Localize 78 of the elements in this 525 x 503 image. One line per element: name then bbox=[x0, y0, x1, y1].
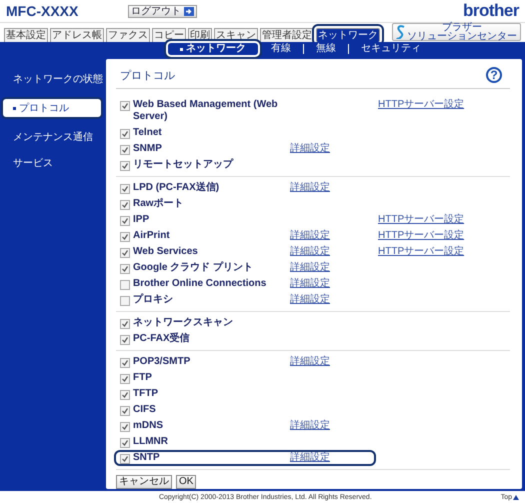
http-server-settings-link[interactable]: HTTPサーバー設定 bbox=[378, 230, 508, 242]
protocol-label: mDNS bbox=[133, 420, 164, 432]
checkbox[interactable] bbox=[120, 374, 130, 384]
protocol-label: プロキシ bbox=[133, 294, 173, 306]
checkbox[interactable] bbox=[120, 438, 130, 448]
product-title: MFC-XXXX bbox=[6, 3, 80, 19]
checkbox[interactable] bbox=[120, 200, 130, 210]
checkbox[interactable] bbox=[120, 101, 130, 111]
help-icon[interactable]: ? bbox=[486, 67, 502, 83]
checkbox[interactable] bbox=[120, 319, 130, 329]
detail-settings-link[interactable]: 詳細設定 bbox=[290, 262, 378, 274]
logout-button[interactable]: ログアウト bbox=[128, 4, 197, 18]
protocol-label: Web Based Management (Web Server) bbox=[133, 99, 279, 123]
checkbox[interactable] bbox=[120, 358, 130, 368]
checkbox[interactable] bbox=[120, 145, 130, 155]
sub-tab[interactable]: 有線 bbox=[259, 43, 303, 55]
sidebar-item[interactable]: プロトコル bbox=[1, 97, 103, 119]
solution-center-button[interactable]: ブラザー ソリューションセンター bbox=[392, 23, 521, 41]
up-triangle-icon bbox=[513, 494, 519, 500]
protocol-label: ネットワークスキャン bbox=[133, 317, 233, 329]
http-server-settings-link[interactable]: HTTPサーバー設定 bbox=[378, 246, 508, 258]
protocol-label: PC-FAX受信 bbox=[133, 333, 190, 345]
sub-tab[interactable]: 無線 bbox=[304, 43, 348, 55]
checkbox[interactable] bbox=[120, 406, 130, 416]
checkbox[interactable] bbox=[120, 454, 130, 464]
protocol-label: LPD (PC-FAX送信) bbox=[133, 182, 220, 194]
protocol-label: リモートセットアップ bbox=[133, 159, 233, 171]
checkbox[interactable] bbox=[120, 248, 130, 258]
detail-settings-link[interactable]: 詳細設定 bbox=[290, 230, 378, 242]
form-button[interactable]: OK bbox=[176, 475, 196, 489]
checkbox[interactable] bbox=[120, 390, 130, 400]
sidebar-item[interactable]: サービス bbox=[1, 152, 103, 174]
nav-tab[interactable]: ファクス bbox=[106, 28, 150, 42]
protocol-label: Google クラウド プリント bbox=[133, 262, 253, 274]
checkbox[interactable] bbox=[120, 296, 130, 306]
arrow-icon bbox=[184, 6, 194, 16]
checkbox[interactable] bbox=[120, 264, 130, 274]
brand-logo: brother bbox=[463, 1, 519, 21]
protocol-label: SNMP bbox=[133, 143, 162, 155]
checkbox[interactable] bbox=[120, 216, 130, 226]
swoosh-icon bbox=[396, 25, 405, 39]
checkbox[interactable] bbox=[120, 184, 130, 194]
protocol-label: AirPrint bbox=[133, 230, 170, 242]
sidebar-item[interactable]: ネットワークの状態 bbox=[1, 68, 103, 90]
detail-settings-link[interactable]: 詳細設定 bbox=[290, 294, 378, 306]
protocol-label: POP3/SMTP bbox=[133, 356, 190, 368]
sidebar-item[interactable]: メンテナンス通信 bbox=[1, 126, 103, 148]
detail-settings-link[interactable]: 詳細設定 bbox=[290, 452, 378, 464]
protocol-label: TFTP bbox=[133, 388, 158, 400]
protocol-label: IPP bbox=[133, 214, 150, 226]
detail-settings-link[interactable]: 詳細設定 bbox=[290, 143, 378, 155]
http-server-settings-link[interactable]: HTTPサーバー設定 bbox=[378, 214, 508, 226]
checkbox[interactable] bbox=[120, 161, 130, 171]
section-title: プロトコル bbox=[120, 68, 175, 82]
detail-settings-link[interactable]: 詳細設定 bbox=[290, 182, 378, 194]
nav-tab[interactable]: 管理者設定 bbox=[260, 28, 314, 42]
checkbox[interactable] bbox=[120, 280, 130, 290]
checkbox[interactable] bbox=[120, 129, 130, 139]
detail-settings-link[interactable]: 詳細設定 bbox=[290, 356, 378, 368]
sub-tab[interactable]: セキュリティ bbox=[349, 43, 433, 55]
protocol-label: FTP bbox=[133, 372, 152, 384]
protocol-label: Rawポート bbox=[133, 198, 184, 210]
protocol-label: Telnet bbox=[133, 127, 162, 139]
nav-tab[interactable]: 基本設定 bbox=[4, 28, 48, 42]
detail-settings-link[interactable]: 詳細設定 bbox=[290, 420, 378, 432]
protocol-label: SNTP bbox=[133, 452, 160, 464]
protocol-label: LLMNR bbox=[133, 436, 168, 448]
nav-tab[interactable]: アドレス帳 bbox=[50, 28, 104, 42]
detail-settings-link[interactable]: 詳細設定 bbox=[290, 246, 378, 258]
detail-settings-link[interactable]: 詳細設定 bbox=[290, 278, 378, 290]
http-server-settings-link[interactable]: HTTPサーバー設定 bbox=[378, 99, 508, 111]
checkbox[interactable] bbox=[120, 335, 130, 345]
protocol-label: CIFS bbox=[133, 404, 156, 416]
form-button[interactable]: キャンセル bbox=[116, 475, 172, 489]
protocol-label: Web Services bbox=[133, 246, 198, 258]
protocol-label: Brother Online Connections bbox=[133, 278, 266, 290]
checkbox[interactable] bbox=[120, 422, 130, 432]
checkbox[interactable] bbox=[120, 232, 130, 242]
